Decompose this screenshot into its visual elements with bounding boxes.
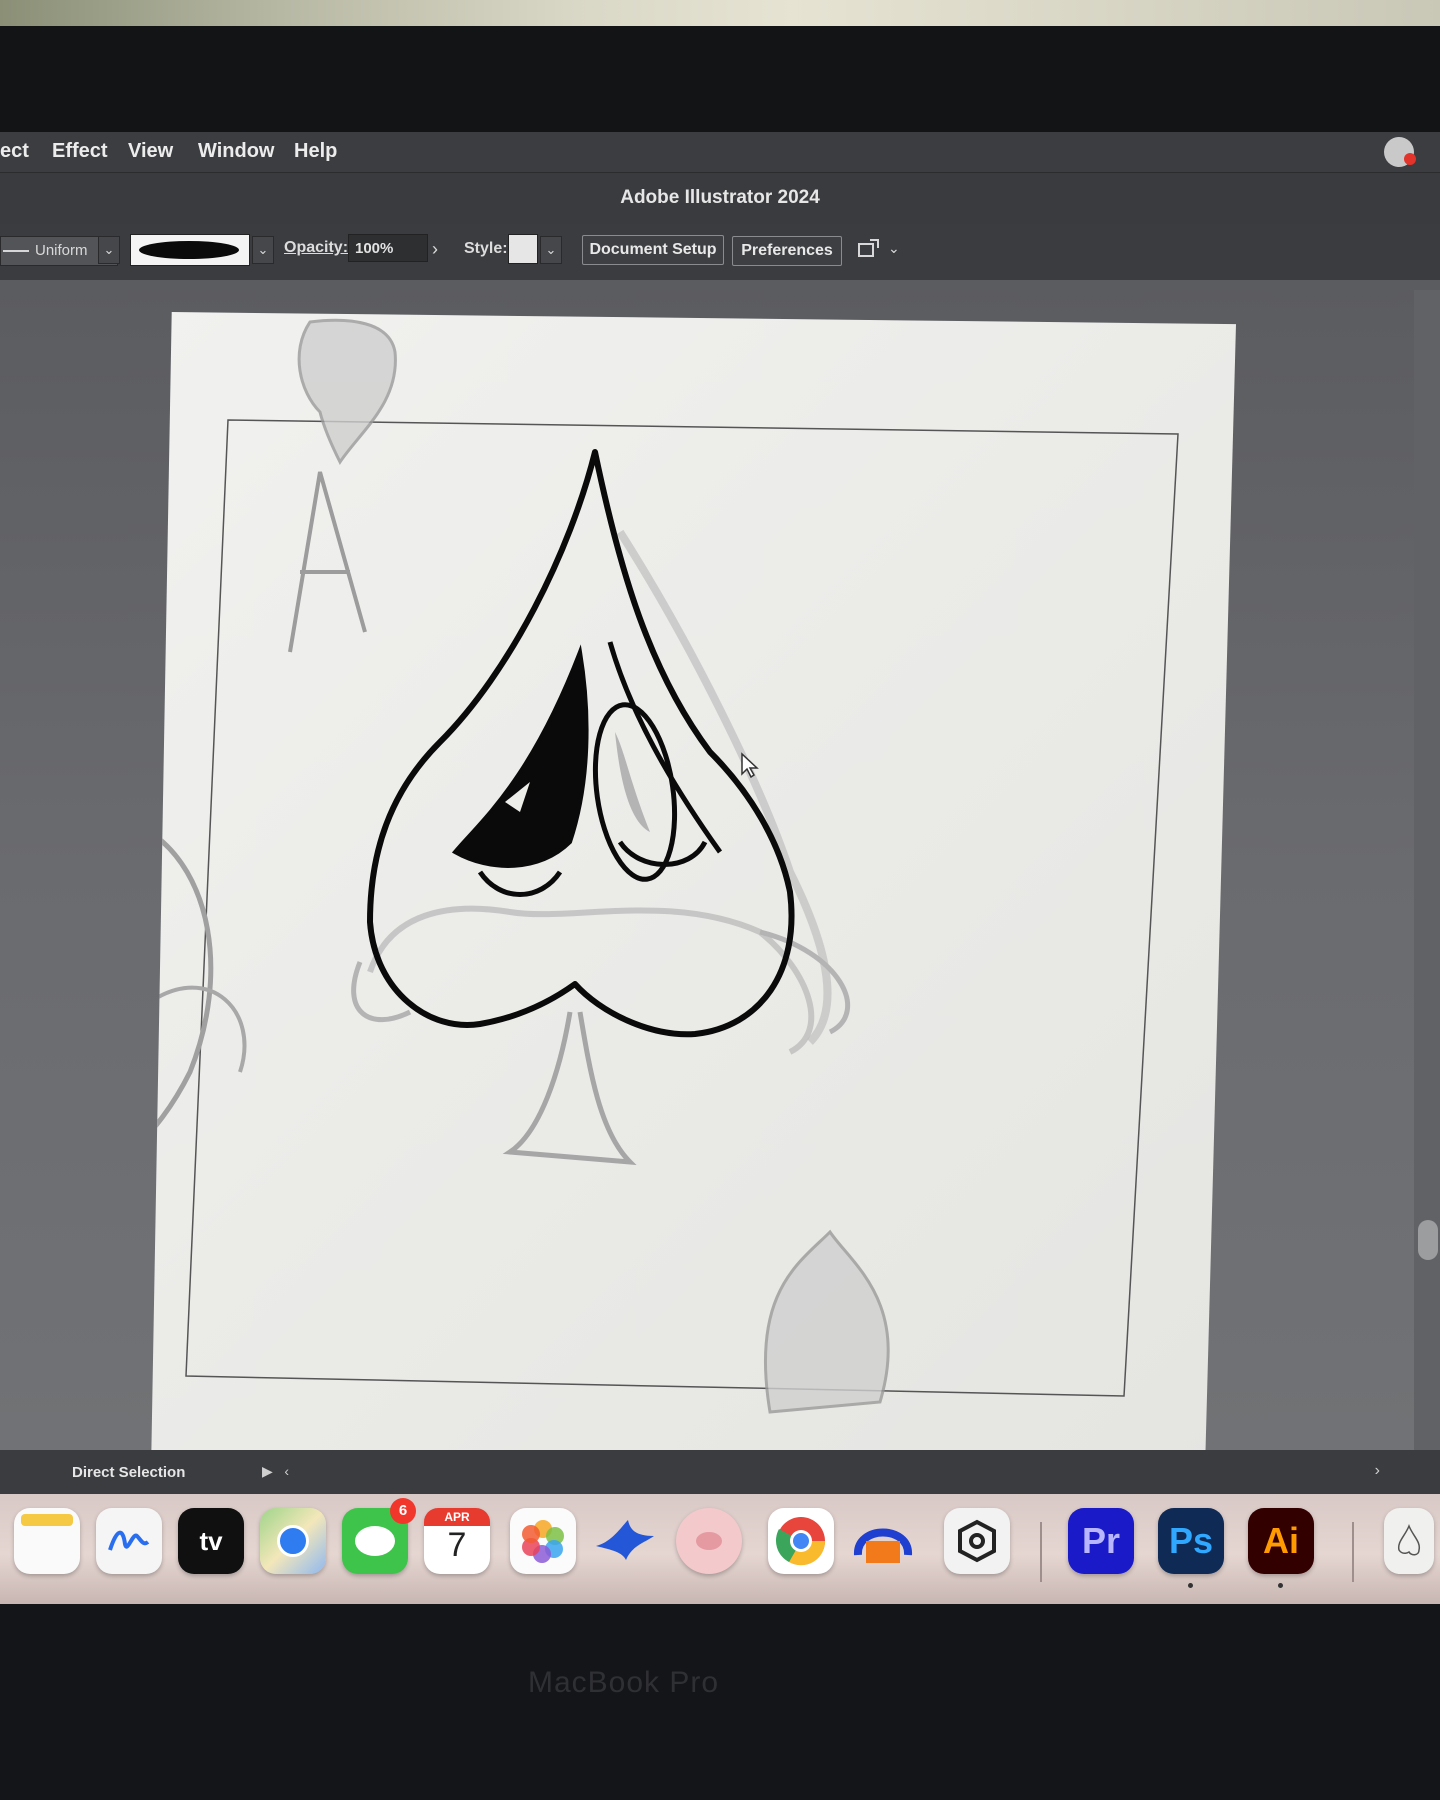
brush-definition-select[interactable] (130, 234, 250, 266)
chevron-right-icon[interactable]: › (432, 239, 438, 260)
style-dropdown[interactable]: ⌄ (540, 236, 562, 264)
brush-shape-icon (139, 241, 239, 259)
messages-badge: 6 (390, 1498, 416, 1524)
opacity-label[interactable]: Opacity: (284, 239, 348, 257)
app-title: Adobe Illustrator 2024 (620, 187, 820, 208)
style-label: Style: (464, 240, 508, 257)
menu-window[interactable]: Window (198, 140, 274, 163)
artboard-canvas[interactable] (150, 312, 1236, 1528)
illustrator-icon[interactable]: Ai (1248, 1508, 1314, 1588)
menu-effect[interactable]: Effect (52, 140, 108, 163)
title-bar: Adobe Illustrator 2024 (0, 172, 1440, 225)
menu-view[interactable]: View (128, 140, 173, 163)
background-window-wall (0, 0, 1440, 26)
chevron-down-icon: ⌄ (103, 242, 115, 257)
sketch-letter-a (288, 471, 367, 653)
chevron-down-icon[interactable]: ⌄ (888, 240, 900, 257)
sketch-bottom-spade (764, 1229, 890, 1414)
audio-app-icon[interactable] (850, 1508, 916, 1574)
macbook-label: MacBook Pro (528, 1666, 720, 1699)
calendar-day: 7 (447, 1526, 467, 1564)
dock-separator (1352, 1522, 1354, 1582)
chevron-down-icon: ⌄ (257, 242, 269, 257)
photos-icon[interactable] (510, 1508, 576, 1574)
notes-icon[interactable] (14, 1508, 80, 1574)
dock: tv 6 APR 7 Pr Ps Ai (0, 1494, 1440, 1604)
sketch-stem (502, 1011, 637, 1166)
pointer-cursor-icon (741, 752, 759, 778)
control-bar: Uniform ⌄ ⌄ Opacity: 100% › Style: ⌄ Doc… (0, 224, 1440, 281)
sketch-corner-spade (297, 318, 397, 465)
messages-icon[interactable]: 6 (342, 1498, 416, 1574)
menu-select[interactable]: ect (0, 140, 29, 163)
running-indicator (1278, 1583, 1283, 1588)
current-tool-label[interactable]: Direct Selection (72, 1464, 185, 1481)
running-indicator (1188, 1583, 1193, 1588)
chevron-right-icon[interactable]: › (1375, 1462, 1380, 1480)
chevron-down-icon: ⌄ (545, 242, 557, 257)
chrome-icon[interactable] (768, 1508, 834, 1574)
monitor-bezel-top (0, 26, 1440, 132)
graphic-style-swatch[interactable] (508, 234, 538, 264)
vertical-scrollbar[interactable] (1414, 290, 1440, 1550)
dock-separator (1040, 1522, 1042, 1582)
artboard-border (185, 419, 1179, 1397)
maps-icon[interactable] (260, 1508, 326, 1574)
brush-dropdown[interactable]: ⌄ (252, 236, 274, 264)
creative-cloud-icon[interactable] (1384, 137, 1416, 167)
pig-app-icon[interactable] (676, 1508, 742, 1574)
scroll-thumb[interactable] (1418, 1220, 1438, 1260)
photoshop-icon[interactable]: Ps (1158, 1508, 1224, 1588)
preferences-button[interactable]: Preferences (732, 236, 842, 266)
bird-app-icon[interactable] (592, 1508, 658, 1574)
artwork (150, 318, 1179, 1414)
stroke-profile-label: Uniform (35, 242, 88, 259)
menu-help[interactable]: Help (294, 140, 337, 163)
arrange-documents-icon[interactable] (856, 238, 882, 262)
document-setup-button[interactable]: Document Setup (582, 235, 724, 265)
apple-tv-icon[interactable]: tv (178, 1508, 244, 1574)
premiere-icon[interactable]: Pr (1068, 1508, 1134, 1574)
calendar-icon[interactable]: APR 7 (424, 1508, 490, 1574)
stroke-line-icon (3, 250, 29, 252)
calendar-month: APR (424, 1508, 490, 1526)
unity-icon[interactable] (944, 1508, 1010, 1574)
monitor-bezel-bottom (0, 1604, 1440, 1800)
status-bar: Direct Selection ▶ ‹ › (0, 1450, 1440, 1494)
freeform-icon[interactable] (96, 1508, 162, 1574)
stroke-profile-dropdown[interactable]: ⌄ (98, 236, 120, 264)
opacity-field[interactable]: 100% (348, 234, 428, 262)
left-eye-pupil (451, 644, 589, 868)
minimized-window-thumbnail[interactable] (1384, 1508, 1434, 1574)
menu-bar: ect Effect View Window Help (0, 132, 1440, 172)
play-icon[interactable]: ▶ ‹ (262, 1463, 289, 1480)
